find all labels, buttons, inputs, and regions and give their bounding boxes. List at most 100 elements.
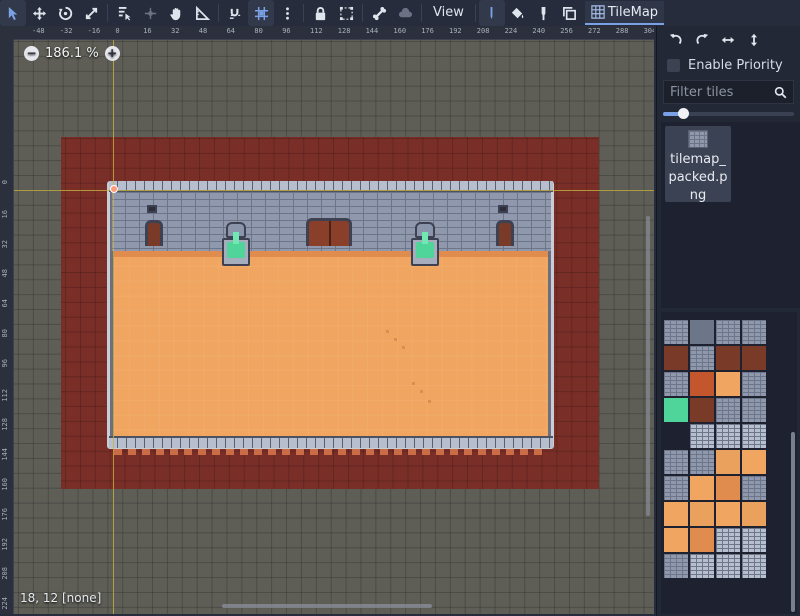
copy-icon [563, 6, 577, 20]
ruler-tick-label: 48 [198, 27, 208, 35]
atlas-tile[interactable] [690, 398, 714, 422]
lock-button[interactable] [307, 0, 333, 26]
atlas-tile[interactable] [716, 528, 740, 552]
atlas-tile[interactable] [664, 346, 688, 370]
list-select-icon [118, 6, 131, 21]
snap-options-button[interactable] [274, 0, 300, 26]
tile-size-slider[interactable] [663, 108, 794, 119]
smart-snap-button[interactable] [222, 0, 248, 26]
ruler-tick-label: 80 [254, 27, 263, 35]
ruler-mode-button[interactable] [189, 0, 215, 26]
pivot-button[interactable] [137, 0, 163, 26]
atlas-tile[interactable] [742, 450, 766, 474]
scale-mode-button[interactable] [78, 0, 104, 26]
rotate-right-icon[interactable] [693, 32, 711, 48]
zoom-out-button[interactable]: − [24, 46, 39, 61]
atlas-tile[interactable] [664, 528, 688, 552]
flip-vertical-icon[interactable] [745, 32, 763, 48]
atlas-tile[interactable] [664, 424, 688, 448]
vertical-ruler[interactable]: 0163248648096112128144160176192208224240 [0, 40, 14, 614]
zoom-level[interactable]: 186.1 % [45, 46, 99, 61]
atlas-scrollbar[interactable] [791, 432, 795, 612]
atlas-tile[interactable] [716, 554, 740, 578]
atlas-tile[interactable] [742, 398, 766, 422]
ruler-tick-label: 224 [504, 27, 518, 35]
ruler-tick-label: 176 [421, 27, 434, 35]
atlas-tile[interactable] [690, 372, 714, 396]
cursor-coordinates: 18, 12 [none] [20, 591, 102, 605]
atlas-tile[interactable] [716, 450, 740, 474]
ruler-tick-label: 128 [1, 418, 9, 432]
enable-priority-label: Enable Priority [688, 57, 783, 73]
list-select-button[interactable] [111, 0, 137, 26]
atlas-tile[interactable] [690, 528, 714, 552]
atlas-tile[interactable] [742, 372, 766, 396]
atlas-tile[interactable] [690, 346, 714, 370]
zoom-in-button[interactable]: + [104, 46, 120, 61]
atlas-tile[interactable] [742, 476, 766, 500]
viewport-vertical-scrollbar[interactable] [646, 216, 650, 516]
atlas-tile[interactable] [742, 346, 766, 370]
atlas-tile[interactable] [716, 502, 740, 526]
skeleton-button[interactable] [366, 0, 392, 26]
texture-item[interactable]: tilemap_packed.png [665, 126, 731, 203]
atlas-tile[interactable] [742, 424, 766, 448]
atlas-tile[interactable] [742, 528, 766, 552]
atlas-tile[interactable] [742, 554, 766, 578]
atlas-tile[interactable] [742, 320, 766, 344]
pivot-icon [144, 7, 156, 19]
atlas-tile[interactable] [742, 502, 766, 526]
atlas-tile[interactable] [664, 450, 688, 474]
ruler-tick-label: 160 [1, 478, 9, 491]
rotate-left-icon[interactable] [667, 32, 685, 48]
pick-tile-button[interactable] [531, 0, 557, 26]
atlas-tile[interactable] [690, 502, 714, 526]
atlas-tile[interactable] [664, 554, 688, 578]
ruler-tick-label: 128 [337, 27, 351, 35]
horizontal-ruler[interactable]: -48 -32 -16 0 16 32 48 64 80 96 112 128 144 160 176 192… [14, 26, 654, 40]
ruler-tick-label: 256 [560, 27, 573, 35]
skeleton-options-button[interactable] [392, 0, 418, 26]
atlas-tile[interactable] [664, 372, 688, 396]
canvas-viewport[interactable]: -48 -32 -16 0 16 32 48 64 80 96 112 128 144 160 176 192… [0, 26, 654, 614]
filter-tiles-input[interactable] [670, 84, 770, 100]
enable-priority-row[interactable]: Enable Priority [657, 52, 800, 78]
atlas-tile[interactable] [716, 320, 740, 344]
bucket-fill-button[interactable] [505, 0, 531, 26]
atlas-tile[interactable] [664, 320, 688, 344]
atlas-tile[interactable] [690, 476, 714, 500]
select-mode-button[interactable] [0, 0, 26, 26]
tilemap-canvas[interactable] [14, 40, 654, 614]
viewport-horizontal-scrollbar[interactable] [222, 604, 432, 608]
copy-tile-button[interactable] [557, 0, 583, 26]
move-mode-button[interactable] [26, 0, 52, 26]
hand-icon [169, 7, 180, 20]
pan-mode-button[interactable] [163, 0, 189, 26]
ruler-tick-label: 240 [532, 27, 546, 35]
search-icon[interactable] [774, 86, 787, 99]
grid-snap-button[interactable] [248, 0, 274, 26]
ruler-tick-label: -16 [87, 27, 101, 35]
rotate-mode-button[interactable] [52, 0, 78, 26]
slider-knob[interactable] [677, 108, 689, 119]
atlas-tile[interactable] [664, 502, 688, 526]
pencil-icon [490, 6, 493, 19]
atlas-tile[interactable] [664, 398, 688, 422]
group-button[interactable] [333, 0, 359, 26]
atlas-tile[interactable] [690, 424, 714, 448]
atlas-tile[interactable] [716, 398, 740, 422]
atlas-tile[interactable] [716, 476, 740, 500]
atlas-tile[interactable] [664, 476, 688, 500]
enable-priority-checkbox[interactable] [667, 58, 680, 72]
atlas-tile[interactable] [690, 450, 714, 474]
paint-tile-button[interactable] [478, 0, 505, 26]
door-left [145, 220, 163, 246]
atlas-tile[interactable] [716, 346, 740, 370]
view-menu[interactable]: View [425, 0, 472, 26]
atlas-tile[interactable] [716, 424, 740, 448]
atlas-tile[interactable] [690, 554, 714, 578]
atlas-tile[interactable] [716, 372, 740, 396]
flip-horizontal-icon[interactable] [719, 32, 737, 48]
atlas-tile[interactable] [690, 320, 714, 344]
tilemap-tab[interactable]: TileMap [584, 1, 665, 25]
